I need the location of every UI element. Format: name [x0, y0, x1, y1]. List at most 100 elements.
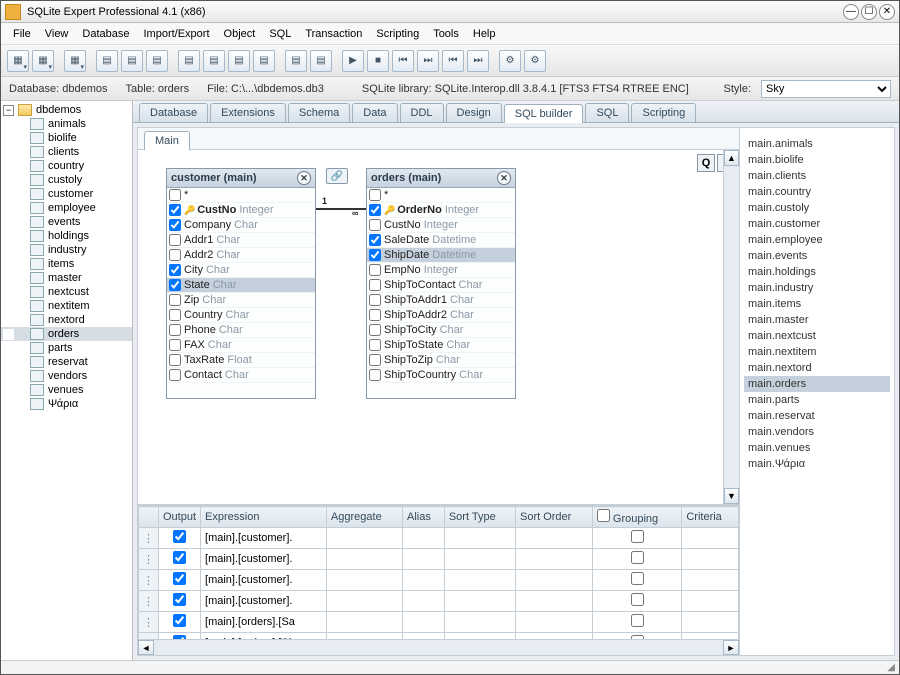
- side-item-main-reservat[interactable]: main.reservat: [744, 408, 890, 424]
- expression-cell[interactable]: [main].[customer].: [201, 528, 327, 549]
- grouping-cell[interactable]: [592, 612, 682, 633]
- menu-object[interactable]: Object: [218, 25, 262, 43]
- column-ShipToAddr2[interactable]: ShipToAddr2 Char: [367, 308, 515, 323]
- aggregate-cell[interactable]: [326, 612, 402, 633]
- column-Zip[interactable]: Zip Char: [167, 293, 315, 308]
- expression-cell[interactable]: [main].[customer].: [201, 570, 327, 591]
- output-cell[interactable]: [159, 591, 201, 612]
- tree-item-reservat[interactable]: reservat: [1, 355, 132, 369]
- column-Company[interactable]: Company Char: [167, 218, 315, 233]
- toolbar-button-7[interactable]: ▤: [146, 50, 168, 72]
- toolbar-button-18[interactable]: ■: [367, 50, 389, 72]
- grid-header-sort order[interactable]: Sort Order: [515, 507, 592, 528]
- tree-item-venues[interactable]: venues: [1, 383, 132, 397]
- tree-item-nextord[interactable]: nextord: [1, 313, 132, 327]
- grouping-checkbox[interactable]: [631, 572, 644, 585]
- column-checkbox[interactable]: [169, 204, 181, 216]
- column-checkbox[interactable]: [169, 279, 181, 291]
- tree-item-animals[interactable]: animals: [1, 117, 132, 131]
- criteria-cell[interactable]: [682, 570, 739, 591]
- criteria-cell[interactable]: [682, 528, 739, 549]
- column-checkbox[interactable]: [169, 324, 181, 336]
- column-FAX[interactable]: FAX Char: [167, 338, 315, 353]
- output-checkbox[interactable]: [173, 551, 186, 564]
- subtab-main[interactable]: Main: [144, 131, 190, 150]
- side-item-main-animals[interactable]: main.animals: [744, 136, 890, 152]
- grid-row[interactable]: ⋮ [main].[customer].: [139, 570, 739, 591]
- tab-extensions[interactable]: Extensions: [210, 103, 286, 122]
- join-link-icon[interactable]: 🔗: [326, 168, 348, 184]
- side-item-main-employee[interactable]: main.employee: [744, 232, 890, 248]
- criteria-cell[interactable]: [682, 549, 739, 570]
- grid-row[interactable]: ⋮ [main].[orders].[Sa: [139, 612, 739, 633]
- grid-header-criteria[interactable]: Criteria: [682, 507, 739, 528]
- toolbar-button-15[interactable]: ▤: [310, 50, 332, 72]
- tab-ddl[interactable]: DDL: [400, 103, 444, 122]
- tree-collapse-icon[interactable]: −: [3, 105, 14, 116]
- column-checkbox[interactable]: [369, 369, 381, 381]
- tree-item-employee[interactable]: employee: [1, 201, 132, 215]
- column-Addr1[interactable]: Addr1 Char: [167, 233, 315, 248]
- output-checkbox[interactable]: [173, 530, 186, 543]
- sortorder-cell[interactable]: [515, 591, 592, 612]
- grouping-header-checkbox[interactable]: [597, 509, 610, 522]
- column-checkbox[interactable]: [369, 219, 381, 231]
- toolbar-button-9[interactable]: ▤: [178, 50, 200, 72]
- sorttype-cell[interactable]: [444, 591, 515, 612]
- column-TaxRate[interactable]: TaxRate Float: [167, 353, 315, 368]
- sorttype-cell[interactable]: [444, 570, 515, 591]
- tree-item-nextitem[interactable]: nextitem: [1, 299, 132, 313]
- table-box-1[interactable]: orders (main)✕* OrderNo IntegerCustNo In…: [366, 168, 516, 399]
- grid-row[interactable]: ⋮[main].[customer].: [139, 528, 739, 549]
- tab-sql-builder[interactable]: SQL builder: [504, 104, 584, 123]
- toolbar-button-19[interactable]: ⏮: [392, 50, 414, 72]
- column-checkbox[interactable]: [169, 369, 181, 381]
- column-checkbox[interactable]: [369, 354, 381, 366]
- maximize-button[interactable]: ☐: [861, 4, 877, 20]
- grid-header-expression[interactable]: Expression: [201, 507, 327, 528]
- menu-transaction[interactable]: Transaction: [299, 25, 368, 43]
- sortorder-cell[interactable]: [515, 549, 592, 570]
- menu-file[interactable]: File: [7, 25, 37, 43]
- toolbar-button-22[interactable]: ⏭: [467, 50, 489, 72]
- menu-database[interactable]: Database: [76, 25, 135, 43]
- toolbar-button-11[interactable]: ▤: [228, 50, 250, 72]
- menu-sql[interactable]: SQL: [263, 25, 297, 43]
- column-Addr2[interactable]: Addr2 Char: [167, 248, 315, 263]
- sortorder-cell[interactable]: [515, 570, 592, 591]
- grouping-cell[interactable]: [592, 549, 682, 570]
- grouping-cell[interactable]: [592, 528, 682, 549]
- column-CustNo[interactable]: CustNo Integer: [167, 203, 315, 218]
- scroll-up-icon[interactable]: ▲: [724, 150, 739, 166]
- row-handle[interactable]: ⋮: [139, 570, 159, 591]
- table-box-close-icon[interactable]: ✕: [497, 171, 511, 185]
- column-checkbox[interactable]: [169, 219, 181, 231]
- tree-root[interactable]: −dbdemos: [1, 103, 132, 117]
- style-select[interactable]: Sky: [761, 80, 891, 98]
- toolbar-button-20[interactable]: ⏭: [417, 50, 439, 72]
- row-handle[interactable]: ⋮: [139, 549, 159, 570]
- tree-item-vendors[interactable]: vendors: [1, 369, 132, 383]
- tree-item-master[interactable]: master: [1, 271, 132, 285]
- column-checkbox[interactable]: [369, 204, 381, 216]
- column-checkbox[interactable]: [369, 309, 381, 321]
- column-ShipToCity[interactable]: ShipToCity Char: [367, 323, 515, 338]
- toolbar-button-12[interactable]: ▤: [253, 50, 275, 72]
- tab-design[interactable]: Design: [446, 103, 502, 122]
- tab-database[interactable]: Database: [139, 103, 208, 122]
- toolbar-button-5[interactable]: ▤: [96, 50, 118, 72]
- column-checkbox[interactable]: [369, 264, 381, 276]
- side-item-main-Ψάρια[interactable]: main.Ψάρια: [744, 456, 890, 472]
- alias-cell[interactable]: [403, 570, 445, 591]
- diagram-canvas[interactable]: Q + ▲ ▼ customer (main)✕* CustNo Integer…: [138, 150, 739, 504]
- menu-scripting[interactable]: Scripting: [370, 25, 425, 43]
- expression-cell[interactable]: [main].[orders].[Sa: [201, 612, 327, 633]
- side-item-main-parts[interactable]: main.parts: [744, 392, 890, 408]
- menu-help[interactable]: Help: [467, 25, 502, 43]
- scroll-down-icon[interactable]: ▼: [724, 488, 739, 504]
- tree-item-biolife[interactable]: biolife: [1, 131, 132, 145]
- criteria-cell[interactable]: [682, 591, 739, 612]
- aggregate-cell[interactable]: [326, 591, 402, 612]
- row-handle[interactable]: ⋮: [139, 612, 159, 633]
- side-item-main-country[interactable]: main.country: [744, 184, 890, 200]
